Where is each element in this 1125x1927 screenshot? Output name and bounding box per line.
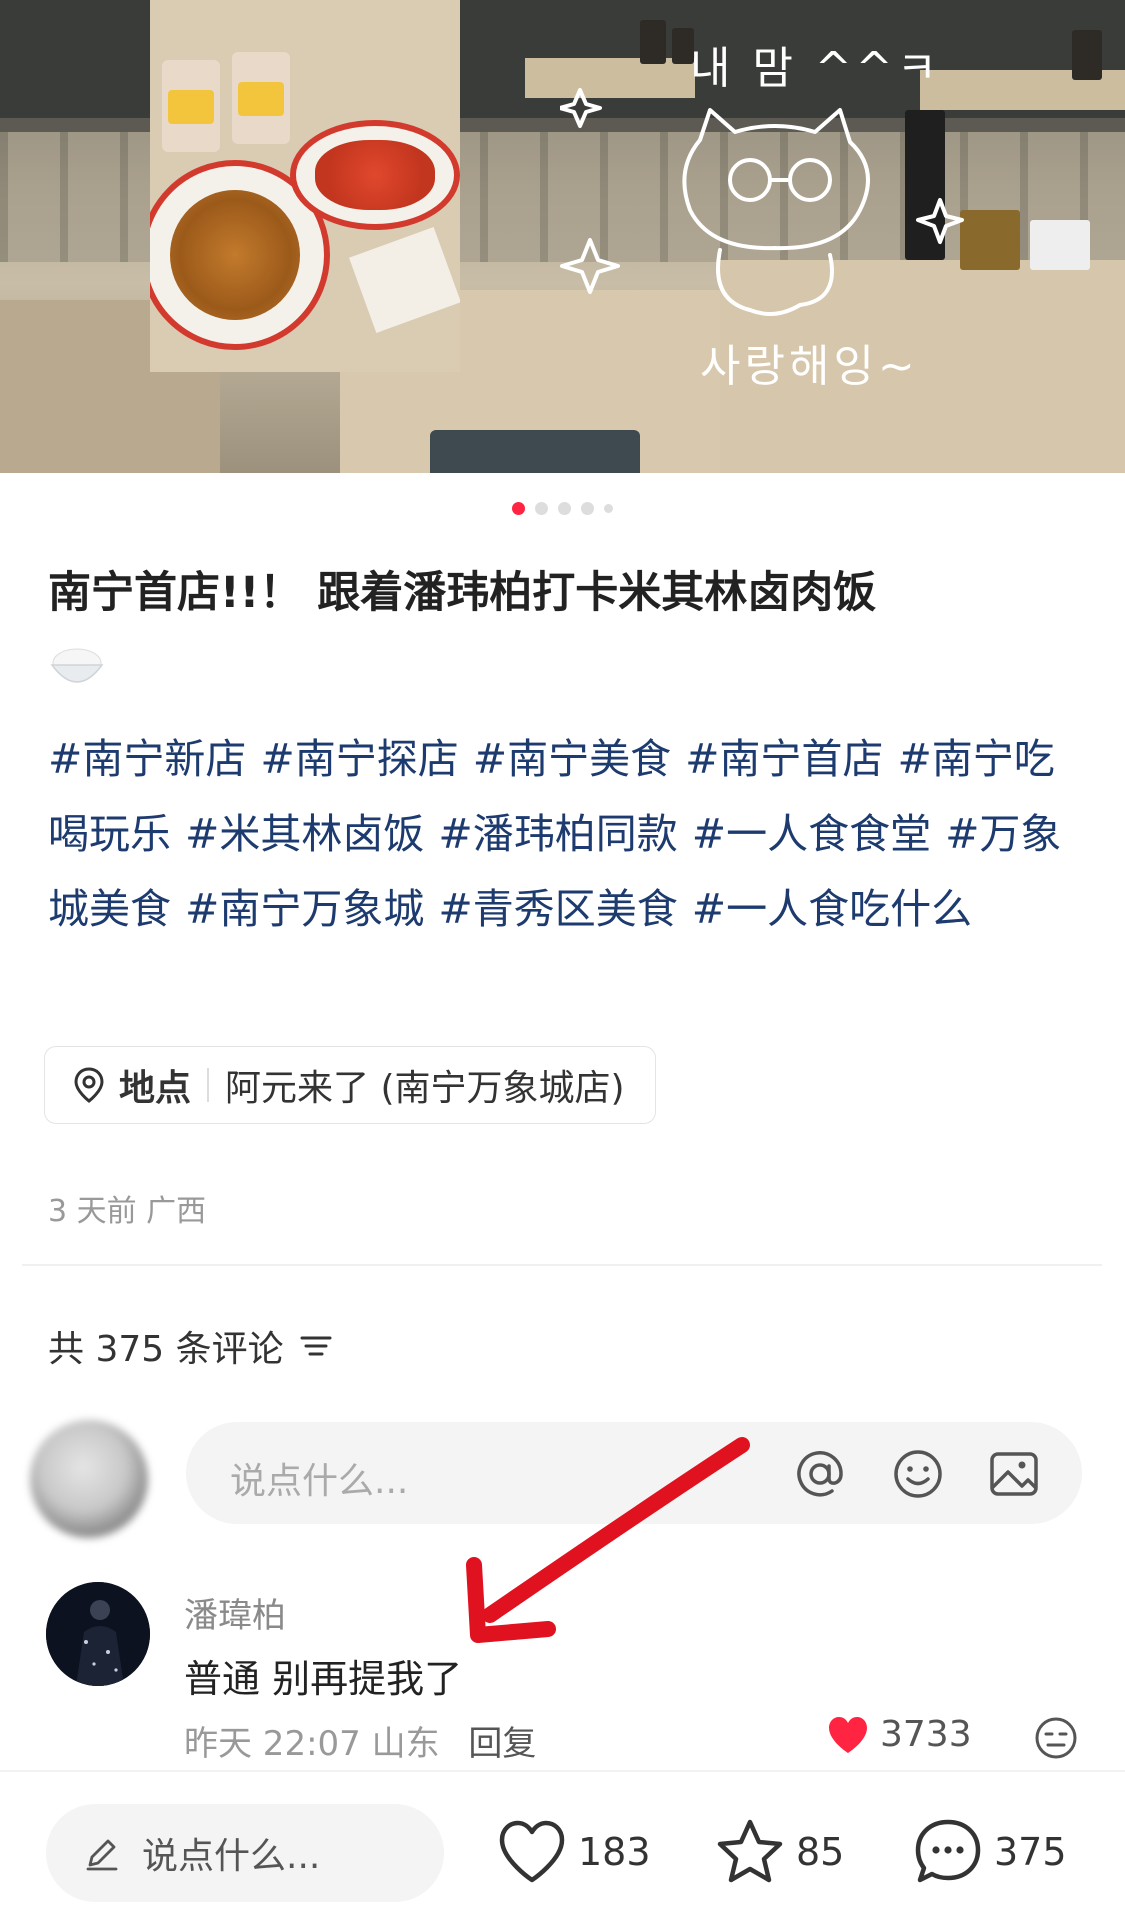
- image-pager: [0, 501, 1125, 515]
- doodle-text-top: 내 맘 ^^ㅋ: [690, 43, 942, 94]
- bottom-bar-divider: [0, 1770, 1125, 1772]
- current-user-avatar: [30, 1420, 148, 1538]
- comment-time: 昨天 22:07 山东: [184, 1724, 440, 1764]
- post-title: 南宁首店!!！ 跟着潘玮柏打卡米其林卤肉饭: [48, 558, 1078, 698]
- emoji-icon[interactable]: [890, 1446, 946, 1502]
- post-title-text: 南宁首店!!！ 跟着潘玮柏打卡米其林卤肉饭: [48, 568, 877, 618]
- hashtag-link[interactable]: #南宁新店: [48, 735, 246, 783]
- pager-dot: [604, 503, 613, 513]
- location-label: 地点: [119, 1068, 192, 1109]
- drink-cup: [162, 60, 220, 152]
- hashtag-link[interactable]: #南宁探店: [260, 735, 458, 783]
- comment-emoji-reaction-icon[interactable]: [1032, 1714, 1080, 1762]
- section-divider: [22, 1264, 1102, 1266]
- red-arrow-annotation: [466, 1437, 750, 1643]
- comment-text: 普通 别再提我了: [184, 1657, 463, 1701]
- hashtag-link[interactable]: #一人食吃什么: [692, 885, 972, 933]
- comment-like-count: 3733: [880, 1714, 972, 1755]
- drink-cup: [232, 52, 290, 144]
- cup: [1072, 30, 1102, 80]
- favorite-count: 85: [796, 1830, 845, 1874]
- pager-dot: [581, 501, 594, 515]
- doodle-text-bottom: 사랑해잉~: [700, 341, 919, 392]
- like-button[interactable]: 183: [496, 1816, 651, 1888]
- comment-count-label: 共 375 条评论: [48, 1329, 284, 1370]
- hashtag-link[interactable]: #南宁首店: [685, 735, 883, 783]
- hashtag-link[interactable]: #潘玮柏同款: [438, 810, 677, 858]
- post-meta: 3 天前 广西: [48, 1194, 207, 1229]
- fried-chicken: [170, 190, 300, 320]
- heart-outline-icon: [499, 1820, 565, 1883]
- comment-count-header: 共 375 条评论: [48, 1320, 334, 1372]
- comment-bubble-icon: [915, 1819, 981, 1883]
- location-divider: [207, 1068, 210, 1102]
- hashtag-link[interactable]: #一人食食堂: [692, 810, 931, 858]
- noodle-dish: [315, 140, 435, 210]
- pencil-icon: [86, 1839, 118, 1871]
- location-pin-icon: [74, 1067, 104, 1103]
- star-outline-icon: [717, 1819, 783, 1883]
- napkin-box: [1030, 220, 1090, 270]
- hashtag-link[interactable]: #南宁万象城: [185, 885, 424, 933]
- favorite-button[interactable]: 85: [714, 1816, 844, 1888]
- like-count: 183: [578, 1830, 651, 1874]
- avatar-image: [46, 1582, 150, 1686]
- comment-input-placeholder: 说点什么...: [230, 1461, 409, 1502]
- heart-filled-icon: [829, 1716, 867, 1753]
- post-image[interactable]: 내 맘 ^^ㅋ 사랑해잉~: [0, 0, 1125, 473]
- comment-count: 375: [994, 1830, 1067, 1874]
- bottom-comment-input[interactable]: 说点什么...: [46, 1804, 444, 1902]
- bottom-input-placeholder: 说点什么...: [142, 1836, 321, 1877]
- sort-icon[interactable]: [298, 1331, 334, 1361]
- rice-bowl-icon: [50, 648, 104, 683]
- comment-like-button[interactable]: 3733: [826, 1714, 972, 1755]
- pager-dot: [535, 501, 548, 515]
- mention-icon[interactable]: [792, 1446, 848, 1502]
- pager-dot: [558, 501, 571, 515]
- comment-author-name[interactable]: 潘瑋柏: [184, 1588, 286, 1637]
- hashtag-link[interactable]: #青秀区美食: [438, 885, 677, 933]
- hashtag-link[interactable]: #南宁美食: [473, 735, 671, 783]
- hashtag-list: #南宁新店 #南宁探店 #南宁美食 #南宁首店 #南宁吃喝玩乐 #米其林卤饭 #潘玮柏同款 #…: [48, 722, 1088, 947]
- image-icon[interactable]: [986, 1446, 1042, 1502]
- comment-author-avatar[interactable]: [46, 1582, 150, 1686]
- comment-meta: 昨天 22:07 山东 回复: [184, 1716, 536, 1765]
- comment-button[interactable]: 375: [912, 1816, 1067, 1888]
- pager-dot-active: [512, 501, 525, 515]
- hashtag-link[interactable]: #米其林卤饭: [185, 810, 424, 858]
- reply-button[interactable]: 回复: [468, 1724, 536, 1764]
- location-chip[interactable]: 地点 阿元来了 (南宁万象城店): [44, 1046, 656, 1124]
- location-name: 阿元来了 (南宁万象城店): [225, 1068, 625, 1109]
- food-photo: [150, 0, 460, 372]
- seat: [430, 430, 640, 473]
